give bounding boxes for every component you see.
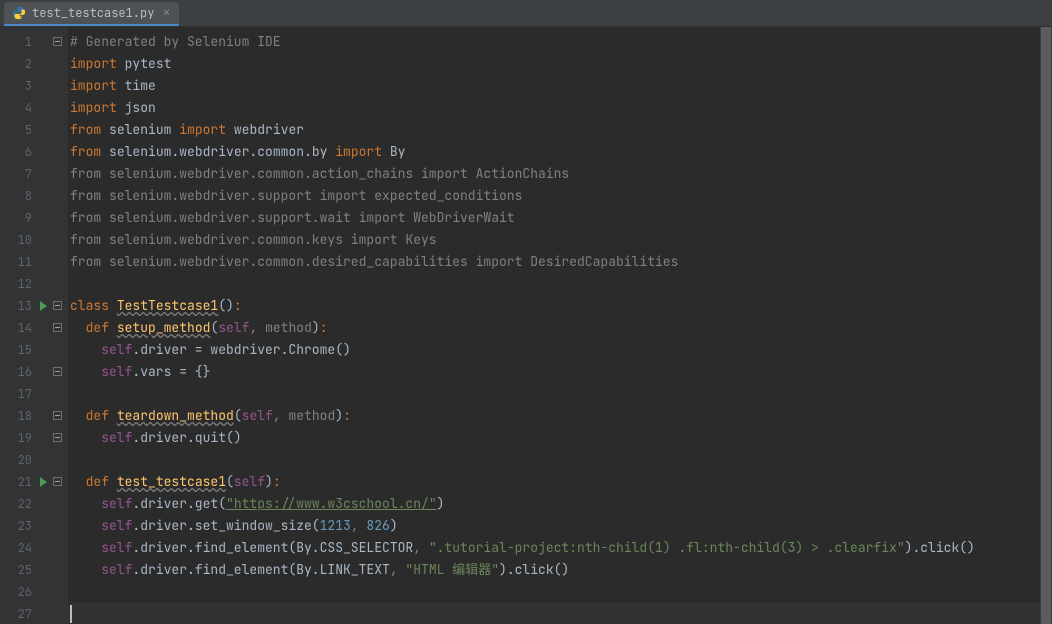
line-number: 1	[0, 31, 50, 53]
line-number: 24	[0, 537, 50, 559]
line-number: 18	[0, 405, 50, 427]
code-area[interactable]: # Generated by Selenium IDE import pytes…	[68, 27, 1052, 624]
fold-toggle-icon[interactable]	[53, 323, 62, 332]
current-line-highlight	[68, 603, 1052, 624]
fold-toggle-icon[interactable]	[53, 367, 62, 376]
line-number: 21	[0, 471, 50, 493]
fold-toggle-icon[interactable]	[53, 301, 62, 310]
line-number: 9	[0, 207, 50, 229]
line-number: 27	[0, 603, 50, 624]
fold-gutter	[50, 27, 68, 624]
line-number: 17	[0, 383, 50, 405]
text-caret	[70, 605, 72, 623]
line-number: 22	[0, 493, 50, 515]
line-number-gutter: 1234567891011121314151617181920212223242…	[0, 27, 50, 624]
line-number: 6	[0, 141, 50, 163]
line-number: 5	[0, 119, 50, 141]
line-number: 25	[0, 559, 50, 581]
line-number: 4	[0, 97, 50, 119]
line-number: 16	[0, 361, 50, 383]
line-number: 10	[0, 229, 50, 251]
editor-tab-bar: test_testcase1.py ×	[0, 0, 1052, 27]
python-file-icon	[12, 6, 26, 20]
line-number: 7	[0, 163, 50, 185]
line-number: 12	[0, 273, 50, 295]
line-number: 14	[0, 317, 50, 339]
line-number: 3	[0, 75, 50, 97]
fold-toggle-icon[interactable]	[53, 477, 62, 486]
line-number: 13	[0, 295, 50, 317]
scrollbar-thumb[interactable]	[1041, 27, 1051, 624]
run-gutter-icon[interactable]	[40, 301, 47, 311]
method-name: test_testcase1	[117, 473, 226, 490]
code-editor[interactable]: 1234567891011121314151617181920212223242…	[0, 27, 1052, 624]
line-number: 19	[0, 427, 50, 449]
run-gutter-icon[interactable]	[40, 477, 47, 487]
line-number: 2	[0, 53, 50, 75]
fold-toggle-icon[interactable]	[53, 37, 62, 46]
fold-toggle-icon[interactable]	[53, 411, 62, 420]
line-number: 15	[0, 339, 50, 361]
method-name: teardown_method	[117, 407, 234, 424]
line-number: 20	[0, 449, 50, 471]
comment: # Generated by Selenium IDE	[70, 33, 281, 50]
method-name: setup_method	[117, 319, 211, 336]
class-name: TestTestcase1	[117, 297, 218, 314]
line-number: 8	[0, 185, 50, 207]
line-number: 11	[0, 251, 50, 273]
vertical-scrollbar[interactable]	[1040, 27, 1052, 624]
url-string: "https://www.w3cschool.cn/"	[226, 495, 437, 512]
fold-toggle-icon[interactable]	[53, 433, 62, 442]
line-number: 23	[0, 515, 50, 537]
file-tab[interactable]: test_testcase1.py ×	[4, 2, 179, 26]
tab-filename: test_testcase1.py	[32, 5, 154, 21]
close-icon[interactable]: ×	[162, 6, 170, 20]
line-number: 26	[0, 581, 50, 603]
